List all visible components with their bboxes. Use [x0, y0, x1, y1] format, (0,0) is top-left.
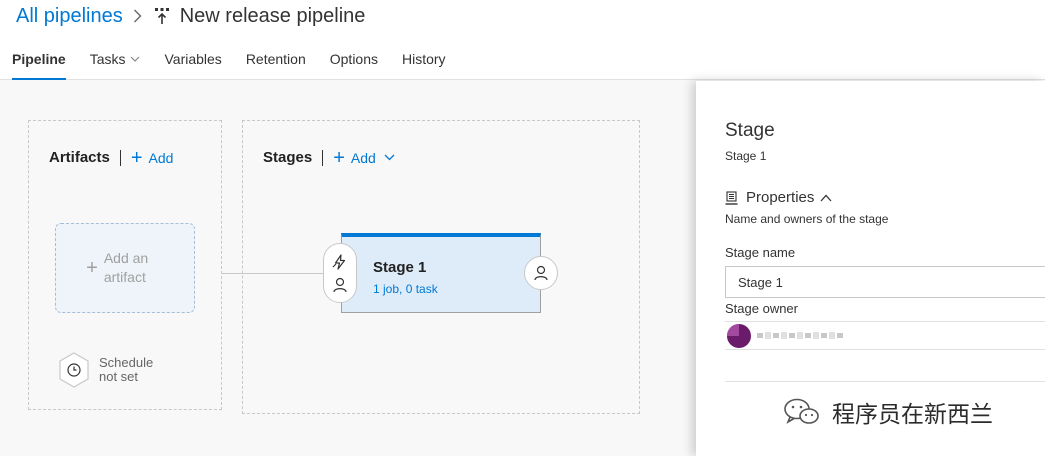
page-header: All pipelines New release pipeline Pipel…	[0, 0, 1045, 80]
add-artifact-tile[interactable]: + Add an artifact	[55, 223, 195, 313]
clock-hexagon-icon	[59, 352, 89, 388]
panel-title: Stage	[725, 120, 775, 141]
properties-section-toggle[interactable]: Properties	[725, 189, 832, 206]
watermark: 程序员在新西兰	[782, 395, 993, 429]
release-pipeline-icon	[154, 7, 170, 25]
stage-name-input[interactable]	[725, 266, 1045, 298]
plus-icon: +	[86, 256, 98, 279]
stage-owner-label: Stage owner	[725, 301, 798, 316]
post-deployment-conditions[interactable]	[524, 256, 558, 290]
properties-description: Name and owners of the stage	[725, 212, 889, 226]
breadcrumb: All pipelines New release pipeline	[16, 4, 365, 28]
pipeline-title[interactable]: New release pipeline	[180, 5, 366, 28]
avatar	[727, 323, 751, 348]
tab-tasks[interactable]: Tasks	[90, 48, 141, 80]
chevron-down-icon	[384, 154, 395, 161]
tab-variables[interactable]: Variables	[164, 48, 221, 80]
tab-label: Options	[329, 51, 378, 67]
header-divider	[119, 149, 121, 166]
add-label: Add	[350, 149, 376, 166]
chevron-right-icon	[133, 9, 142, 23]
stage-name: Stage 1	[373, 259, 427, 276]
pipeline-canvas: Artifacts + Add + Add an artifact Schedu…	[0, 81, 700, 456]
tab-label: Tasks	[89, 51, 126, 67]
stage-name-label: Stage name	[725, 245, 796, 260]
stage-card[interactable]: Stage 1 1 job, 0 task	[341, 233, 541, 313]
all-pipelines-link[interactable]: All pipelines	[16, 5, 123, 28]
properties-label: Properties	[746, 189, 815, 206]
chevron-down-icon	[130, 56, 140, 62]
add-artifact-label: Add an artifact	[103, 250, 149, 285]
tab-label: History	[402, 51, 446, 67]
artifacts-title: Artifacts	[49, 149, 110, 166]
watermark-text: 程序员在新西兰	[832, 402, 993, 428]
stage-owner-picker[interactable]	[725, 321, 1045, 350]
stage-jobs-link[interactable]: 1 job, 0 task	[373, 282, 438, 296]
tab-history[interactable]: History	[402, 48, 446, 80]
add-artifact-button[interactable]: + Add	[130, 146, 174, 169]
person-icon	[534, 265, 548, 281]
panel-subtitle: Stage 1	[725, 149, 767, 163]
chevron-up-icon	[820, 194, 832, 202]
header-divider	[322, 149, 324, 166]
redacted-owner-name	[757, 332, 843, 339]
stages-header: Stages + Add	[263, 146, 395, 169]
lightning-trigger-icon	[332, 253, 346, 270]
pre-deployment-conditions[interactable]	[323, 243, 357, 303]
release-pipeline-editor: All pipelines New release pipeline Pipel…	[0, 0, 1045, 456]
artifacts-section: Artifacts + Add + Add an artifact Schedu…	[28, 120, 222, 410]
stages-title: Stages	[263, 149, 313, 166]
properties-icon	[725, 190, 738, 205]
pipeline-tabs: Pipeline Tasks Variables Retention Optio…	[12, 48, 470, 80]
tab-label: Retention	[245, 51, 306, 67]
add-stage-button[interactable]: + Add	[333, 146, 395, 169]
plus-icon: +	[130, 146, 143, 169]
artifacts-header: Artifacts + Add	[49, 146, 174, 169]
wechat-logo-icon	[784, 398, 819, 424]
tab-retention[interactable]: Retention	[246, 48, 306, 80]
tab-pipeline[interactable]: Pipeline	[12, 48, 66, 80]
schedule-label: Schedule not set	[99, 355, 154, 384]
schedule-trigger[interactable]: Schedule not set	[57, 351, 169, 389]
tab-label: Pipeline	[12, 51, 66, 67]
add-label: Add	[148, 149, 174, 166]
person-icon	[333, 277, 347, 292]
plus-icon: +	[333, 146, 345, 169]
tab-options[interactable]: Options	[330, 48, 378, 80]
panel-divider	[725, 381, 1045, 382]
tab-label: Variables	[164, 51, 222, 67]
